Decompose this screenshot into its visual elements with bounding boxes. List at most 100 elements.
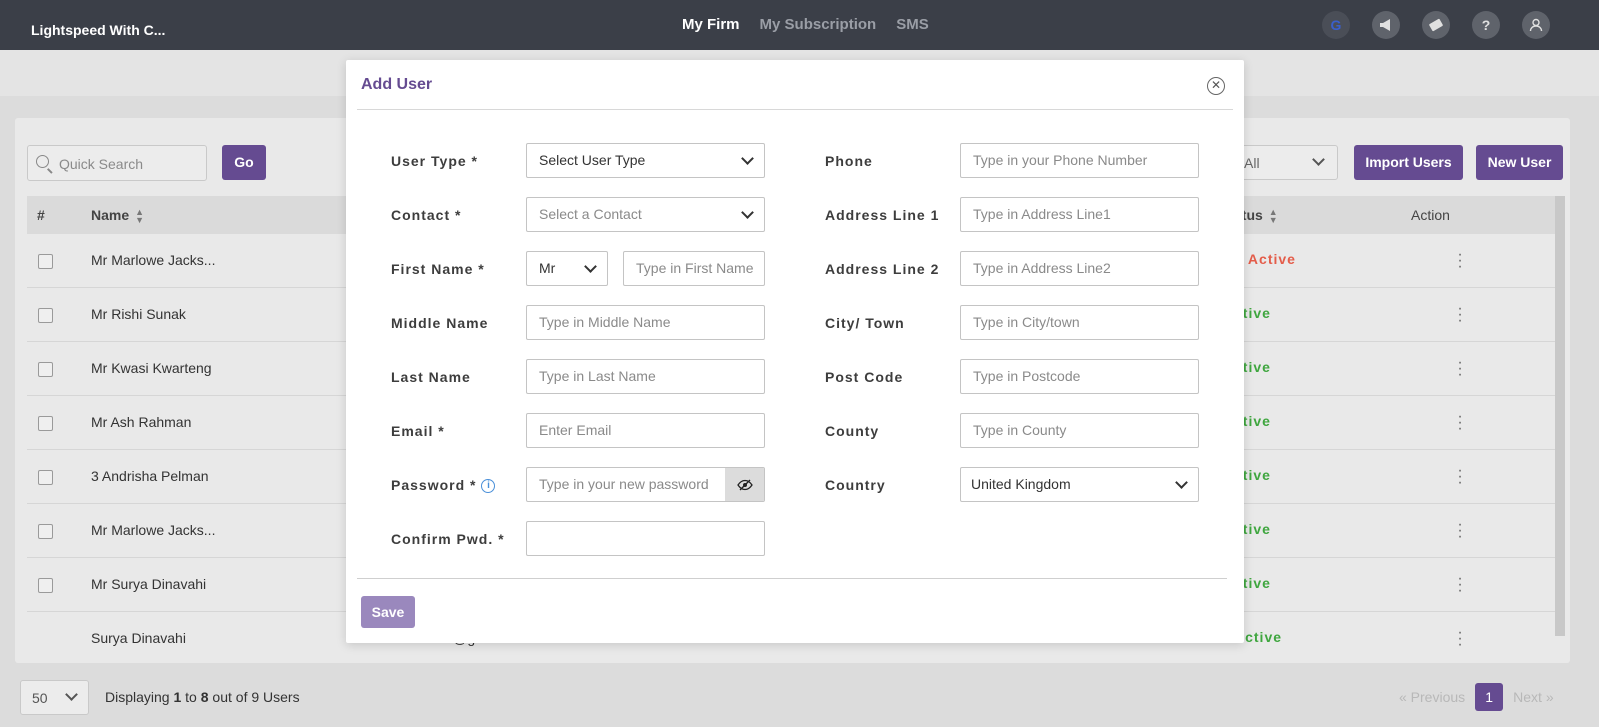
chevron-down-icon [584, 260, 597, 273]
password-input[interactable]: Type in your new password [526, 467, 765, 502]
divider [357, 109, 1233, 110]
sort-icon[interactable]: ▲ ▼ [1269, 208, 1278, 225]
column-index: # [37, 207, 45, 223]
sort-icon[interactable]: ▲ ▼ [135, 208, 144, 225]
phone-input[interactable]: Type in your Phone Number [960, 143, 1199, 178]
title-value: Mr [539, 260, 556, 276]
password-placeholder: Type in your new password [539, 476, 709, 492]
address-line-1-label: Address Line 1 [825, 207, 940, 223]
user-name[interactable]: Mr Surya Dinavahi [91, 576, 206, 592]
help-icon[interactable]: ? [1472, 11, 1500, 39]
row-checkbox[interactable] [38, 524, 53, 539]
chevron-down-icon [741, 152, 754, 165]
column-name-label: Name [91, 207, 130, 223]
close-icon[interactable]: ✕ [1207, 77, 1225, 95]
page-number-button[interactable]: 1 [1475, 683, 1504, 711]
user-name[interactable]: Mr Marlowe Jacks... [91, 522, 215, 538]
user-type-select[interactable]: Select User Type [526, 143, 765, 178]
user-name[interactable]: 3 Andrisha Pelman [91, 468, 209, 484]
new-user-button[interactable]: New User [1476, 145, 1563, 180]
pagination: « Previous 1 Next » [1399, 683, 1554, 711]
county-input[interactable]: Type in County [960, 413, 1199, 448]
address-line-2-label: Address Line 2 [825, 261, 940, 277]
contact-label: Contact * [391, 207, 462, 223]
user-name[interactable]: Mr Rishi Sunak [91, 306, 186, 322]
email-label: Email * [391, 423, 445, 439]
status-filter-select[interactable]: t All [1230, 145, 1338, 180]
page-size-select[interactable]: 50 [20, 680, 89, 715]
quick-search-input[interactable]: Quick Search [27, 145, 207, 181]
last-name-input[interactable]: Type in Last Name [526, 359, 765, 394]
info-icon[interactable]: i [481, 479, 496, 494]
address-line-2-input[interactable]: Type in Address Line2 [960, 251, 1199, 286]
column-name[interactable]: Name ▲ ▼ [91, 207, 144, 225]
eye-slash-icon[interactable] [725, 468, 764, 501]
top-navbar: Lightspeed With C... My Firm My Subscrip… [0, 0, 1599, 50]
go-button[interactable]: Go [222, 145, 266, 180]
address-line-1-input[interactable]: Type in Address Line1 [960, 197, 1199, 232]
pagination-summary: Displaying 1 to 8 out of 9 Users [105, 689, 300, 705]
user-type-label: User Type * [391, 153, 478, 169]
country-select[interactable]: United Kingdom [960, 467, 1199, 502]
user-type-value: Select User Type [539, 152, 646, 168]
contact-value: Select a Contact [539, 206, 642, 222]
kebab-menu-icon[interactable]: · · · [1457, 355, 1463, 383]
middle-name-input[interactable]: Type in Middle Name [526, 305, 765, 340]
email-field[interactable]: Enter Email [526, 413, 765, 448]
confirm-password-input[interactable] [526, 521, 765, 556]
next-page-button[interactable]: Next » [1513, 689, 1553, 705]
top-nav: My Firm My Subscription SMS [682, 16, 929, 33]
chevron-down-icon [65, 688, 78, 701]
summary-to: 8 [200, 689, 209, 705]
divider [357, 578, 1227, 579]
row-checkbox[interactable] [38, 416, 53, 431]
kebab-menu-icon[interactable]: · · · [1457, 517, 1463, 545]
nav-my-subscription[interactable]: My Subscription [760, 16, 877, 33]
user-name[interactable]: Mr Kwasi Kwarteng [91, 360, 212, 376]
row-checkbox[interactable] [38, 578, 53, 593]
user-name[interactable]: Surya Dinavahi [91, 630, 186, 646]
city-label: City/ Town [825, 315, 905, 331]
scrollbar[interactable] [1555, 196, 1565, 636]
user-name[interactable]: Mr Ash Rahman [91, 414, 191, 430]
country-label: Country [825, 477, 886, 493]
previous-page-button[interactable]: « Previous [1399, 689, 1465, 705]
confirm-password-label: Confirm Pwd. * [391, 531, 505, 547]
import-users-button[interactable]: Import Users [1354, 145, 1463, 180]
kebab-menu-icon[interactable]: · · · [1457, 409, 1463, 437]
google-icon[interactable]: G [1322, 11, 1350, 39]
chevron-down-icon [1175, 476, 1188, 489]
modal-title: Add User [361, 76, 433, 93]
summary-to-word: to [181, 689, 201, 705]
kebab-menu-icon[interactable]: · · · [1457, 301, 1463, 329]
user-name[interactable]: Mr Marlowe Jacks... [91, 252, 215, 268]
password-label: Password * i [391, 477, 496, 494]
row-checkbox[interactable] [38, 254, 53, 269]
first-name-input[interactable]: Type in First Name [623, 251, 765, 286]
middle-name-label: Middle Name [391, 315, 489, 331]
search-placeholder: Quick Search [59, 156, 144, 172]
nav-sms[interactable]: SMS [896, 16, 929, 33]
top-icons: G ? [1322, 11, 1550, 39]
megaphone-icon[interactable] [1372, 11, 1400, 39]
kebab-menu-icon[interactable]: · · · [1457, 625, 1463, 653]
post-code-input[interactable]: Type in Postcode [960, 359, 1199, 394]
brand-name[interactable]: Lightspeed With C... [31, 22, 165, 38]
chevron-down-icon [741, 206, 754, 219]
row-checkbox[interactable] [38, 362, 53, 377]
kebab-menu-icon[interactable]: · · · [1457, 463, 1463, 491]
kebab-menu-icon[interactable]: · · · [1457, 571, 1463, 599]
user-icon[interactable] [1522, 11, 1550, 39]
page-size-value: 50 [32, 690, 48, 706]
row-checkbox[interactable] [38, 308, 53, 323]
kebab-menu-icon[interactable]: · · · [1457, 247, 1463, 275]
nav-my-firm[interactable]: My Firm [682, 16, 740, 33]
ticket-icon[interactable] [1422, 11, 1450, 39]
contact-select[interactable]: Select a Contact [526, 197, 765, 232]
city-input[interactable]: Type in City/town [960, 305, 1199, 340]
summary-suffix: out of 9 Users [208, 689, 300, 705]
summary-prefix: Displaying [105, 689, 174, 705]
title-select[interactable]: Mr [526, 251, 608, 286]
save-button[interactable]: Save [361, 596, 415, 628]
row-checkbox[interactable] [38, 470, 53, 485]
